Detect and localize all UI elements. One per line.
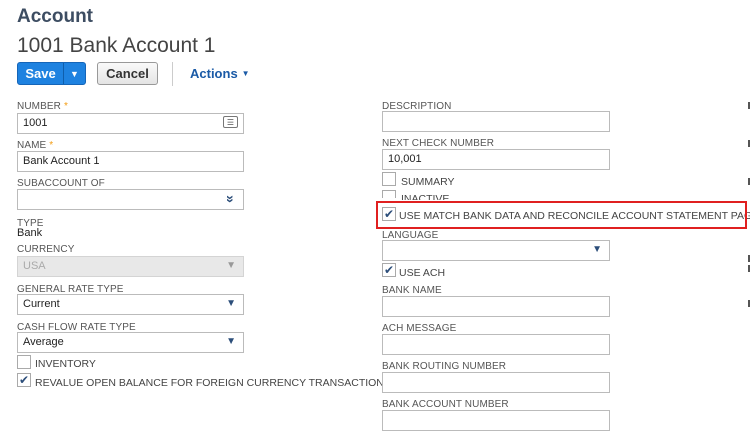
toolbar-divider xyxy=(172,62,173,86)
cash-flow-rate-type-value: Average xyxy=(23,336,64,348)
summary-label: SUMMARY xyxy=(401,176,455,188)
subaccount-of-label: SUBACCOUNT OF xyxy=(17,178,105,189)
bank-routing-number-input[interactable] xyxy=(382,372,610,393)
currency-label: CURRENCY xyxy=(17,244,75,255)
name-label: NAME * xyxy=(17,140,54,151)
double-chevron-down-icon[interactable]: » xyxy=(223,195,239,203)
actions-menu[interactable]: Actions ▼ xyxy=(190,66,250,81)
cancel-button[interactable]: Cancel xyxy=(97,62,158,85)
checkmark-icon: ✔ xyxy=(18,373,30,387)
required-indicator: * xyxy=(49,140,54,151)
chevron-down-icon: ▼ xyxy=(241,69,250,78)
select-arrow-icon: ▼ xyxy=(226,260,236,271)
inactive-checkbox[interactable] xyxy=(382,190,396,198)
description-input[interactable] xyxy=(382,111,610,132)
general-rate-type-value: Current xyxy=(23,298,60,310)
save-button-label[interactable]: Save xyxy=(18,63,63,84)
currency-value: USA xyxy=(23,260,46,272)
id-card-icon[interactable]: ☰ xyxy=(223,116,238,128)
next-check-number-value: 10,001 xyxy=(388,153,422,165)
subaccount-of-select[interactable]: » xyxy=(17,189,244,210)
use-ach-checkbox[interactable]: ✔ xyxy=(382,263,396,277)
record-type-title: Account xyxy=(17,6,93,27)
inactive-label: INACTIVE xyxy=(401,193,450,200)
currency-select: USA ▼ xyxy=(17,256,244,277)
next-check-number-input[interactable]: 10,001 xyxy=(382,149,610,170)
bank-account-number-label: BANK ACCOUNT NUMBER xyxy=(382,399,509,410)
bank-name-label: BANK NAME xyxy=(382,285,442,296)
inventory-label: INVENTORY xyxy=(35,358,96,370)
page-title: 1001 Bank Account 1 xyxy=(17,34,216,57)
number-label: NUMBER * xyxy=(17,101,68,112)
bank-account-number-input[interactable] xyxy=(382,410,610,431)
type-value: Bank xyxy=(17,227,43,239)
highlight-box xyxy=(376,201,747,229)
number-value: 1001 xyxy=(23,117,48,129)
name-value: Bank Account 1 xyxy=(23,155,100,167)
number-input[interactable]: 1001 ☰ xyxy=(17,113,244,134)
next-check-number-label: NEXT CHECK NUMBER xyxy=(382,138,495,149)
actions-label[interactable]: Actions xyxy=(190,66,238,81)
name-input[interactable]: Bank Account 1 xyxy=(17,151,244,172)
select-arrow-icon[interactable]: ▼ xyxy=(226,336,236,347)
general-rate-type-select[interactable]: Current ▼ xyxy=(17,294,244,315)
summary-checkbox[interactable] xyxy=(382,172,396,186)
checkmark-icon: ✔ xyxy=(383,263,395,277)
ach-message-input[interactable] xyxy=(382,334,610,355)
bank-name-input[interactable] xyxy=(382,296,610,317)
required-indicator: * xyxy=(63,101,68,112)
save-button[interactable]: Save ▼ xyxy=(17,62,86,85)
ach-message-label: ACH MESSAGE xyxy=(382,323,457,334)
cash-flow-rate-type-select[interactable]: Average ▼ xyxy=(17,332,244,353)
save-dropdown-icon[interactable]: ▼ xyxy=(63,63,85,84)
select-arrow-icon[interactable]: ▼ xyxy=(226,298,236,309)
inventory-checkbox[interactable] xyxy=(17,355,31,369)
select-arrow-icon[interactable]: ▼ xyxy=(592,244,602,255)
use-ach-label: USE ACH xyxy=(399,267,446,279)
revalue-checkbox[interactable]: ✔ xyxy=(17,373,31,387)
revalue-label: REVALUE OPEN BALANCE FOR FOREIGN CURRENC… xyxy=(35,377,391,389)
language-select[interactable]: ▼ xyxy=(382,240,610,261)
bank-routing-number-label: BANK ROUTING NUMBER xyxy=(382,361,507,372)
